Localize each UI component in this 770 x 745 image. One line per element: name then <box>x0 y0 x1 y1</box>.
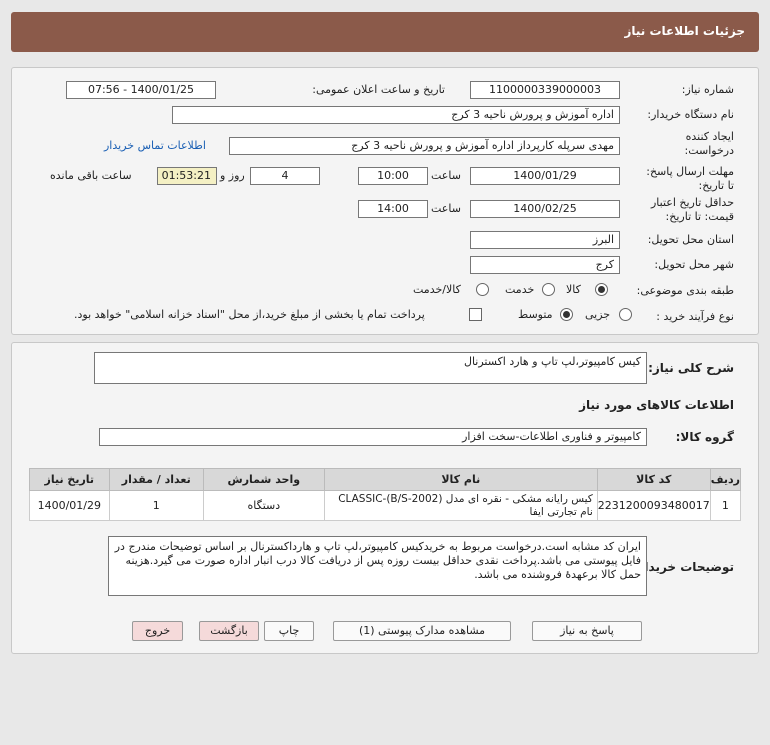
reply-button[interactable]: پاسخ به نیاز <box>532 621 642 641</box>
need-number-label: شماره نیاز: <box>681 83 734 96</box>
category-option-both: کالا/خدمت <box>413 283 461 296</box>
remaining-label: ساعت باقی مانده <box>50 169 132 182</box>
category-label: طبقه بندی موضوعی: <box>636 284 734 297</box>
cell-row-number: 1 <box>709 490 742 521</box>
purchase-type-label: نوع فرآیند خرید : <box>656 310 734 323</box>
validity-time-label: ساعت <box>431 202 461 215</box>
province-label: استان محل تحویل: <box>647 233 734 246</box>
purchase-radio-minor[interactable] <box>619 308 632 321</box>
goods-table: ردیف کد کالا نام کالا واحد شمارش تعداد /… <box>29 468 742 521</box>
cell-code: 2231200093480017 <box>596 490 711 521</box>
category-option-service: خدمت <box>505 283 535 296</box>
view-attachments-button[interactable]: مشاهده مدارک پیوستی (1) <box>333 621 511 641</box>
col-header-qty: تعداد / مقدار <box>108 468 204 491</box>
goods-group-field: کامپیوتر و فناوری اطلاعات-سخت افزار <box>99 428 647 446</box>
cell-qty: 1 <box>108 490 204 521</box>
col-header-name: نام کالا <box>323 468 598 491</box>
general-desc-field: کیس کامپیوتر،لپ تاپ و هارد اکسترنال <box>94 352 647 384</box>
category-radio-goods[interactable] <box>595 283 608 296</box>
exit-button[interactable]: خروج <box>132 621 183 641</box>
remaining-time-field: 01:53:21 <box>157 167 217 185</box>
table-row: 1 2231200093480017 کیس رایانه مشکی - نقر… <box>29 490 742 521</box>
city-label: شهر محل تحویل: <box>654 258 734 271</box>
col-header-code: کد کالا <box>596 468 711 491</box>
buyer-notes-label: توضیحات خریدار: <box>632 560 734 574</box>
deadline-label-2: تا تاریخ: <box>698 179 734 192</box>
city-field: کرج <box>470 256 620 274</box>
col-header-date: تاریخ نیاز <box>29 468 110 491</box>
category-radio-both[interactable] <box>476 283 489 296</box>
buyer-org-field: اداره آموزش و پرورش ناحیه 3 کرج <box>172 106 620 124</box>
validity-time-field: 14:00 <box>358 200 428 218</box>
announce-label: تاریخ و ساعت اعلان عمومی: <box>312 83 445 96</box>
cell-name: کیس رایانه مشکی - نقره ای مدل CLASSIC-(B… <box>323 490 598 521</box>
deadline-time-field: 10:00 <box>358 167 428 185</box>
col-header-row-number: ردیف <box>709 468 742 491</box>
deadline-date-field: 1400/01/29 <box>470 167 620 185</box>
contact-info-link[interactable]: اطلاعات تماس خریدار <box>104 139 206 152</box>
purchase-option-minor: جزیی <box>585 308 611 321</box>
print-button[interactable]: چاپ <box>264 621 314 641</box>
need-number-field: 1100000339000003 <box>470 81 620 99</box>
validity-date-field: 1400/02/25 <box>470 200 620 218</box>
deadline-time-label: ساعت <box>431 169 461 182</box>
province-field: البرز <box>470 231 620 249</box>
buyer-org-label: نام دستگاه خریدار: <box>647 108 734 121</box>
validity-label: حداقل تاریخ اعتبار <box>650 196 734 209</box>
creator-label-2: درخواست: <box>684 144 734 157</box>
days-label: روز و <box>220 169 245 182</box>
purchase-option-medium: متوسط <box>518 308 553 321</box>
buyer-notes-field: ایران کد مشابه است.درخواست مربوط به خرید… <box>108 536 647 596</box>
table-header-row: ردیف کد کالا نام کالا واحد شمارش تعداد /… <box>29 468 742 491</box>
goods-group-label: گروه کالا: <box>675 430 734 444</box>
announce-field: 1400/01/25 - 07:56 <box>66 81 216 99</box>
category-radio-service[interactable] <box>542 283 555 296</box>
cell-date: 1400/01/29 <box>29 490 110 521</box>
treasury-payment-note: پرداخت تمام یا بخشی از مبلغ خرید،از محل … <box>74 308 425 321</box>
days-field: 4 <box>250 167 320 185</box>
deadline-label: مهلت ارسال پاسخ: <box>646 165 734 178</box>
page-title: جزئیات اطلاعات نیاز <box>624 24 745 38</box>
creator-field: مهدی سرپله کارپرداز اداره آموزش و پرورش … <box>229 137 620 155</box>
back-button[interactable]: بازگشت <box>199 621 259 641</box>
col-header-unit: واحد شمارش <box>202 468 325 491</box>
page-header: جزئیات اطلاعات نیاز <box>11 12 759 52</box>
cell-unit: دستگاه <box>202 490 325 521</box>
creator-label: ایجاد کننده <box>685 130 734 143</box>
treasury-payment-checkbox[interactable] <box>469 308 482 321</box>
purchase-radio-medium[interactable] <box>560 308 573 321</box>
goods-info-title: اطلاعات کالاهای مورد نیاز <box>579 398 734 412</box>
category-option-goods: کالا <box>566 283 581 296</box>
general-desc-label: شرح کلی نیاز: <box>648 361 734 375</box>
validity-label-2: قیمت: تا تاریخ: <box>665 210 734 223</box>
